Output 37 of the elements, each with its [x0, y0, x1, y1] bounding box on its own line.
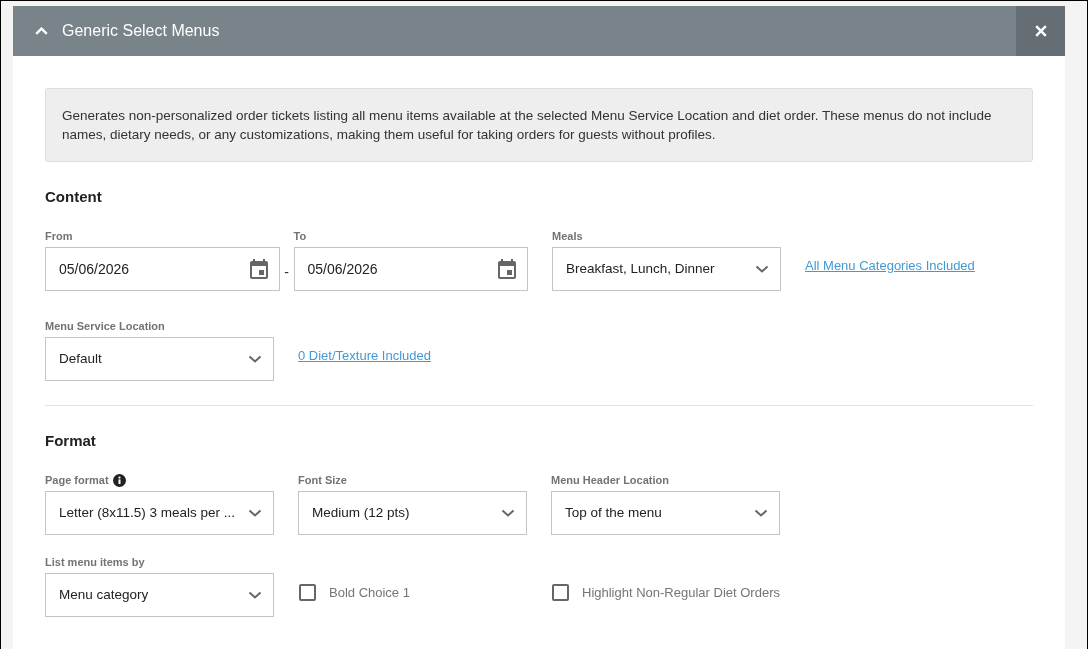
- field-label: Meals: [552, 229, 583, 243]
- field-label: List menu items by: [45, 555, 145, 569]
- dropdown[interactable]: Breakfast, Lunch, Dinner: [552, 247, 781, 291]
- calendar-icon[interactable]: [249, 259, 268, 279]
- description-text: Generates non-personalized order tickets listing all menu items available at the selected Menu Service Location and diet order. These menus do not include names, dietary needs, or any customizations, making them useful for taking orders for guests without profiles.: [62, 107, 993, 144]
- calendar-icon[interactable]: [498, 259, 516, 279]
- chevron-up-icon[interactable]: [35, 27, 48, 35]
- close-icon: [1034, 25, 1047, 37]
- chevron-down-icon: [248, 591, 262, 599]
- checkbox-label[interactable]: Highlight Non-Regular Diet Orders: [582, 582, 780, 603]
- section-heading: Format: [45, 431, 97, 451]
- chevron-down-icon: [755, 265, 769, 273]
- dropdown[interactable]: Medium (12 pts): [298, 491, 527, 535]
- checkbox-label[interactable]: Bold Choice 1: [329, 582, 410, 603]
- close-button[interactable]: [1016, 6, 1065, 56]
- checkbox[interactable]: [299, 584, 316, 601]
- chevron-down-icon: [248, 355, 262, 363]
- field-label: Menu Service Location: [45, 319, 165, 333]
- chevron-down-icon: [754, 509, 768, 517]
- dropdown[interactable]: Default: [45, 337, 274, 381]
- field-label: Menu Header Location: [551, 473, 669, 487]
- field-label: From: [45, 229, 74, 243]
- range-separator: -: [283, 262, 290, 282]
- date-field[interactable]: 05/06/2026: [293, 247, 528, 291]
- field-label: Font Size: [298, 473, 347, 487]
- checkbox[interactable]: [552, 584, 569, 601]
- dropdown[interactable]: Top of the menu: [551, 491, 780, 535]
- field-label: Page format: [45, 473, 109, 487]
- date-field[interactable]: 05/06/2026: [45, 247, 280, 291]
- dropdown[interactable]: Menu category: [45, 573, 274, 617]
- field-label: To: [293, 229, 308, 243]
- info-icon[interactable]: [112, 473, 126, 487]
- chevron-down-icon: [248, 509, 262, 517]
- dropdown[interactable]: Letter (8x11.5) 3 meals per ...: [45, 491, 274, 535]
- dialog-title: Generic Select Menus: [62, 21, 220, 41]
- section-heading: Content: [45, 187, 103, 207]
- chevron-down-icon: [501, 509, 515, 517]
